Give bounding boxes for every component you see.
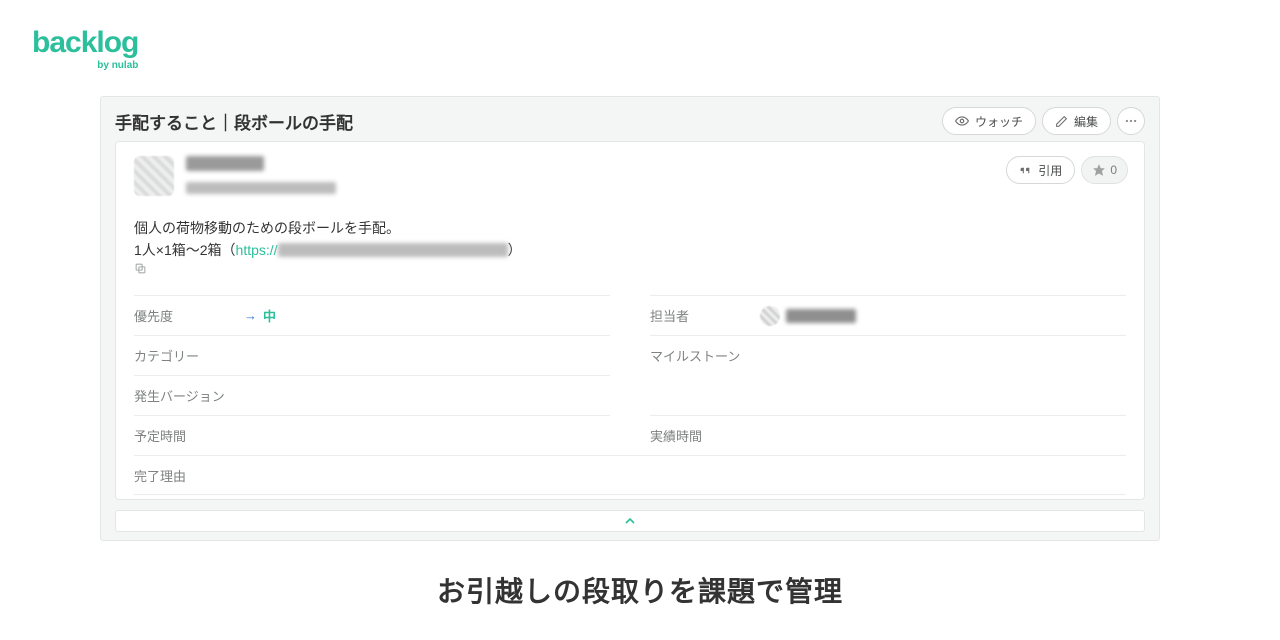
dots-icon: [1124, 114, 1138, 128]
priority-value: → 中: [244, 306, 276, 325]
watch-button[interactable]: ウォッチ: [942, 107, 1036, 135]
field-estimate: 予定時間: [134, 415, 610, 455]
logo-main: backlog: [32, 28, 138, 58]
category-label: カテゴリー: [134, 346, 244, 365]
page-caption: お引越しの段取りを課題で管理: [0, 570, 1280, 610]
field-milestone: マイルストーン: [650, 335, 1126, 375]
star-icon: [1092, 163, 1106, 177]
author-meta-blurred: [186, 182, 336, 194]
author-head: [186, 156, 336, 199]
author-avatar: [134, 156, 174, 196]
resolution-label: 完了理由: [134, 466, 244, 485]
body-link[interactable]: https://: [236, 242, 508, 258]
body-line1: 個人の荷物移動のための段ボールを手配。: [134, 217, 1126, 239]
chevron-up-icon: [622, 513, 638, 529]
edit-button[interactable]: 編集: [1042, 107, 1111, 135]
field-spacer: [650, 375, 1126, 415]
version-label: 発生バージョン: [134, 386, 244, 405]
priority-label: 優先度: [134, 306, 244, 325]
panel-header: 手配すること｜段ボールの手配 ウォッチ 編集: [101, 97, 1159, 141]
field-version: 発生バージョン: [134, 375, 610, 415]
issue-title: 手配すること｜段ボールの手配: [115, 109, 936, 134]
assignee-avatar: [760, 306, 780, 326]
logo: backlog by nulab: [32, 28, 138, 71]
quote-icon: [1019, 164, 1032, 177]
field-actual: 実績時間: [650, 415, 1126, 455]
actual-label: 実績時間: [650, 426, 760, 445]
logo-sub: by nulab: [32, 60, 138, 71]
more-button[interactable]: [1117, 107, 1145, 135]
star-button[interactable]: 0: [1081, 156, 1128, 184]
issue-panel: 手配すること｜段ボールの手配 ウォッチ 編集: [100, 96, 1160, 541]
issue-card: 引用 0 個人の荷物移動のための段ボールを手配。 1人×1箱～2箱（https:…: [115, 141, 1145, 500]
field-assignee: 担当者: [650, 295, 1126, 335]
eye-icon: [955, 114, 969, 128]
assignee-name-blurred: [786, 309, 856, 323]
issue-body: 個人の荷物移動のための段ボールを手配。 1人×1箱～2箱（https://）: [134, 217, 1126, 275]
collapse-toggle[interactable]: [115, 510, 1145, 532]
body-link-blurred: [278, 243, 508, 257]
author-row: [134, 156, 1126, 199]
edit-label: 編集: [1074, 113, 1098, 130]
estimate-label: 予定時間: [134, 426, 244, 445]
field-priority: 優先度 → 中: [134, 295, 610, 335]
field-category: カテゴリー: [134, 335, 610, 375]
assignee-value: [760, 306, 856, 326]
field-resolution: 完了理由: [134, 455, 1126, 495]
milestone-label: マイルストーン: [650, 346, 760, 365]
star-count: 0: [1110, 163, 1117, 177]
fields-grid: 優先度 → 中 担当者 カテゴリー マイルストーン 発生バージョ: [134, 295, 1126, 499]
pencil-icon: [1055, 115, 1068, 128]
author-name-blurred: [186, 156, 264, 171]
quote-button[interactable]: 引用: [1006, 156, 1075, 184]
quote-label: 引用: [1038, 162, 1062, 179]
card-actions: 引用 0: [1000, 156, 1128, 184]
assignee-label: 担当者: [650, 306, 760, 325]
body-line2: 1人×1箱～2箱（https://）: [134, 239, 1126, 275]
watch-label: ウォッチ: [975, 113, 1023, 130]
arrow-right-icon: →: [244, 308, 257, 323]
copy-icon[interactable]: [134, 262, 1126, 275]
